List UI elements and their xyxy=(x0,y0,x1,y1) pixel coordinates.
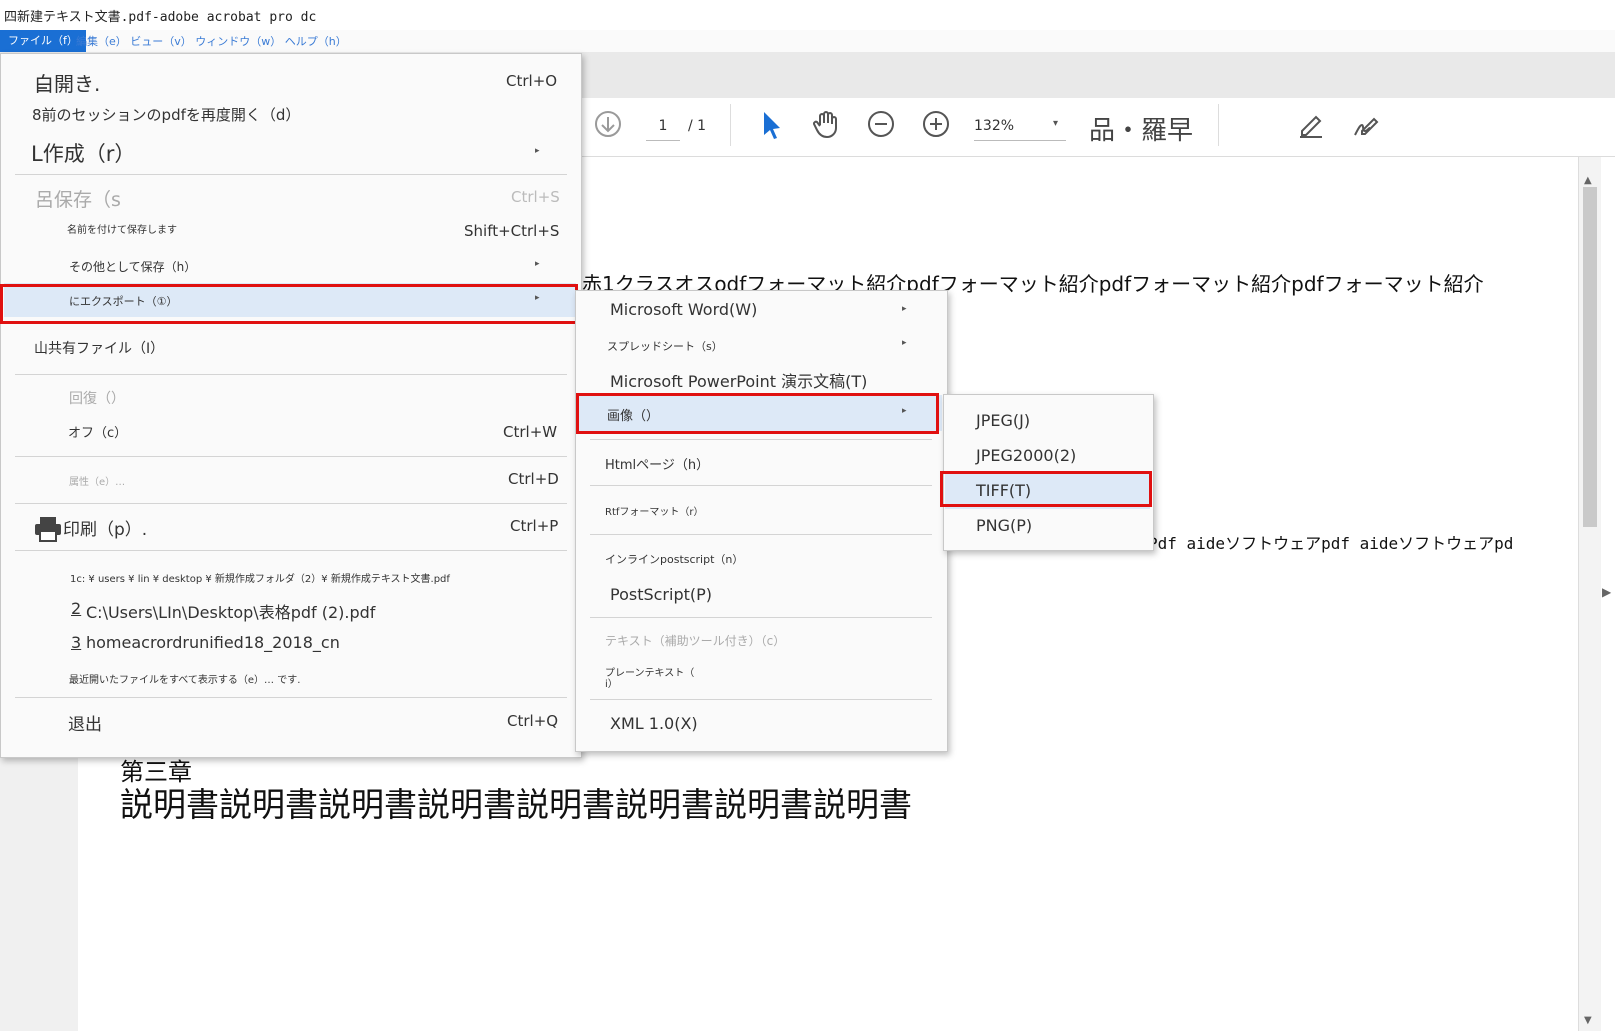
menu-recent-3[interactable]: homeacrordrunified18_2018_cn xyxy=(86,633,340,652)
separator xyxy=(15,503,567,504)
toolbar-divider-2 xyxy=(1218,104,1219,146)
vertical-scrollbar[interactable]: ▲ ▼ xyxy=(1578,157,1601,1031)
separator xyxy=(590,439,932,440)
separator xyxy=(590,617,932,618)
export-red-box xyxy=(0,284,578,324)
recent-3-number: 3 xyxy=(71,633,82,652)
export-spreadsheet[interactable]: スプレッドシート（s） xyxy=(607,338,723,354)
page-down-icon[interactable] xyxy=(594,110,622,138)
image-jpeg[interactable]: JPEG(J) xyxy=(976,411,1030,430)
menu-save-as[interactable]: 名前を付けて保存します xyxy=(67,221,177,236)
chevron-down-icon: ▾ xyxy=(1052,118,1058,129)
zoom-value: 132% xyxy=(974,118,1015,134)
submenu-arrow-spreadsheet: ▸ xyxy=(902,338,907,348)
image-png[interactable]: PNG(P) xyxy=(976,516,1032,535)
menu-bar: ファイル（f） 編集（e） ビュー（v） ウィンドウ（w） ヘルプ（h） xyxy=(0,30,1615,52)
submenu-arrow-create: ▸ xyxy=(535,146,540,156)
tiff-red-box xyxy=(940,471,1152,507)
window-title: 四新建テキスト文書.pdf-adobe acrobat pro dc xyxy=(4,10,317,25)
export-xml[interactable]: XML 1.0(X) xyxy=(610,714,698,733)
export-word[interactable]: Microsoft Word(W) xyxy=(610,300,757,319)
menu-close[interactable]: オフ（c） xyxy=(68,422,127,441)
separator xyxy=(590,699,932,700)
menu-rest[interactable]: 編集（e） ビュー（v） ウィンドウ（w） ヘルプ（h） xyxy=(76,33,347,49)
export-text-accessible[interactable]: テキスト（補助ツール付き）（c） xyxy=(605,632,785,649)
export-submenu: Microsoft Word(W) ▸ スプレッドシート（s） ▸ Micros… xyxy=(575,290,948,752)
menu-revert[interactable]: 回復（） xyxy=(69,388,125,408)
doc-line-2: Pdf aideソフトウェアpdf aideソフトウェアpd xyxy=(1148,534,1514,553)
menu-file[interactable]: ファイル（f） xyxy=(0,30,86,52)
zoom-select[interactable]: 132% ▾ xyxy=(974,118,1066,141)
shortcut-print: Ctrl+P xyxy=(510,517,559,535)
submenu-arrow-word: ▸ xyxy=(902,304,907,314)
menu-create[interactable]: L作成（r） xyxy=(31,138,135,168)
scroll-up-icon[interactable]: ▲ xyxy=(1584,175,1592,186)
export-postscript[interactable]: PostScript(P) xyxy=(610,585,712,604)
separator xyxy=(15,374,567,375)
menu-save-other[interactable]: その他として保存（h） xyxy=(69,258,196,275)
menu-exit[interactable]: 退出 xyxy=(68,710,102,735)
separator xyxy=(15,550,567,551)
doc-body: 説明書説明書説明書説明書説明書説明書説明書説明書 xyxy=(120,785,912,824)
menu-share[interactable]: 山共有ファイル（I） xyxy=(34,338,164,358)
menu-save[interactable]: 呂保存（s xyxy=(35,185,121,212)
export-html[interactable]: Htmlページ（h） xyxy=(605,454,709,473)
select-tool-icon[interactable] xyxy=(760,110,784,140)
separator xyxy=(15,174,567,175)
panel-expand-icon[interactable]: ▶ xyxy=(1602,585,1611,599)
sign-icon[interactable] xyxy=(1352,109,1382,139)
separator xyxy=(15,456,567,457)
toolbar-divider xyxy=(730,104,731,146)
export-rtf[interactable]: Rtfフォーマット（r） xyxy=(605,503,704,518)
menu-recent-1[interactable]: 1c: ¥ users ¥ lin ¥ desktop ¥ 新規作成フォルダ（2… xyxy=(70,570,450,585)
menu-properties[interactable]: 属性（e）… xyxy=(69,473,125,488)
separator xyxy=(590,534,932,535)
shortcut-open: Ctrl+O xyxy=(506,72,558,90)
page-total: / 1 xyxy=(688,118,707,134)
page-number-input[interactable]: 1 xyxy=(646,118,680,141)
recent-2-number: 2 xyxy=(71,599,82,618)
export-powerpoint[interactable]: Microsoft PowerPoint 演示文稿(T) xyxy=(610,368,867,392)
menu-reopen[interactable]: 8前のセッションのpdfを再度開く（d） xyxy=(32,104,300,125)
shortcut-properties: Ctrl+D xyxy=(508,470,559,488)
menu-show-all-recent[interactable]: 最近開いたファイルをすべて表示する（e）… です. xyxy=(69,671,300,686)
file-menu: 白開き. Ctrl+O 8前のセッションのpdfを再度開く（d） L作成（r） … xyxy=(0,53,582,758)
highlight-icon[interactable] xyxy=(1296,109,1326,139)
toolbar-extra-text[interactable]: 品・羅早 xyxy=(1089,110,1193,147)
menu-print[interactable]: 印刷（p）. xyxy=(63,515,147,540)
zoom-out-icon[interactable] xyxy=(867,110,895,138)
export-plain-text[interactable]: プレーンテキスト（ xyxy=(605,664,694,679)
shortcut-exit: Ctrl+Q xyxy=(507,712,559,730)
separator xyxy=(15,697,567,698)
scroll-down-icon[interactable]: ▼ xyxy=(1584,1015,1592,1026)
shortcut-save: Ctrl+S xyxy=(511,188,560,206)
zoom-in-icon[interactable] xyxy=(922,110,950,138)
export-inline-ps[interactable]: インラインpostscript（n） xyxy=(605,551,743,567)
image-red-box xyxy=(576,393,939,434)
hand-tool-icon[interactable] xyxy=(812,109,842,139)
image-jpeg2000[interactable]: JPEG2000(2) xyxy=(976,446,1076,465)
title-bar: 四新建テキスト文書.pdf-adobe acrobat pro dc xyxy=(0,0,1615,28)
separator xyxy=(590,485,932,486)
scroll-thumb[interactable] xyxy=(1583,187,1597,527)
submenu-arrow-save-other: ▸ xyxy=(535,259,540,269)
menu-open[interactable]: 白開き. xyxy=(34,68,100,97)
printer-icon xyxy=(34,516,62,546)
export-plain-text-suffix: i） xyxy=(605,679,618,690)
menu-recent-2[interactable]: C:\Users\LIn\Desktop\表格pdf (2).pdf xyxy=(86,599,375,623)
shortcut-save-as: Shift+Ctrl+S xyxy=(464,222,560,240)
shortcut-close: Ctrl+W xyxy=(503,423,558,441)
